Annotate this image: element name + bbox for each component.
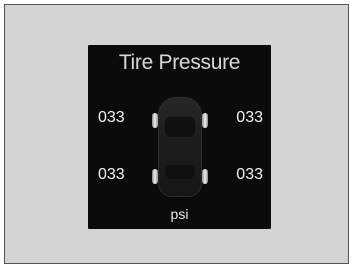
wheel-front-right-icon <box>202 113 208 128</box>
windshield <box>165 117 195 137</box>
car-body <box>158 97 202 197</box>
tire-pressure-rear-right: 033 <box>236 166 263 183</box>
tire-pressure-front-right: 033 <box>236 109 263 126</box>
rear-window <box>165 165 195 179</box>
wheel-rear-left-icon <box>152 169 158 184</box>
car-top-view-icon <box>150 95 210 199</box>
screen-title: Tire Pressure <box>118 51 241 74</box>
figure-panel: Tire Pressure 033 033 033 033 psi <box>4 4 349 264</box>
pressure-unit: psi <box>170 206 189 222</box>
tire-pressure-screen: Tire Pressure 033 033 033 033 psi <box>88 45 271 229</box>
tire-pressure-front-left: 033 <box>98 109 125 126</box>
tire-pressure-rear-left: 033 <box>98 166 125 183</box>
wheel-rear-right-icon <box>202 169 208 184</box>
wheel-front-left-icon <box>152 113 158 128</box>
